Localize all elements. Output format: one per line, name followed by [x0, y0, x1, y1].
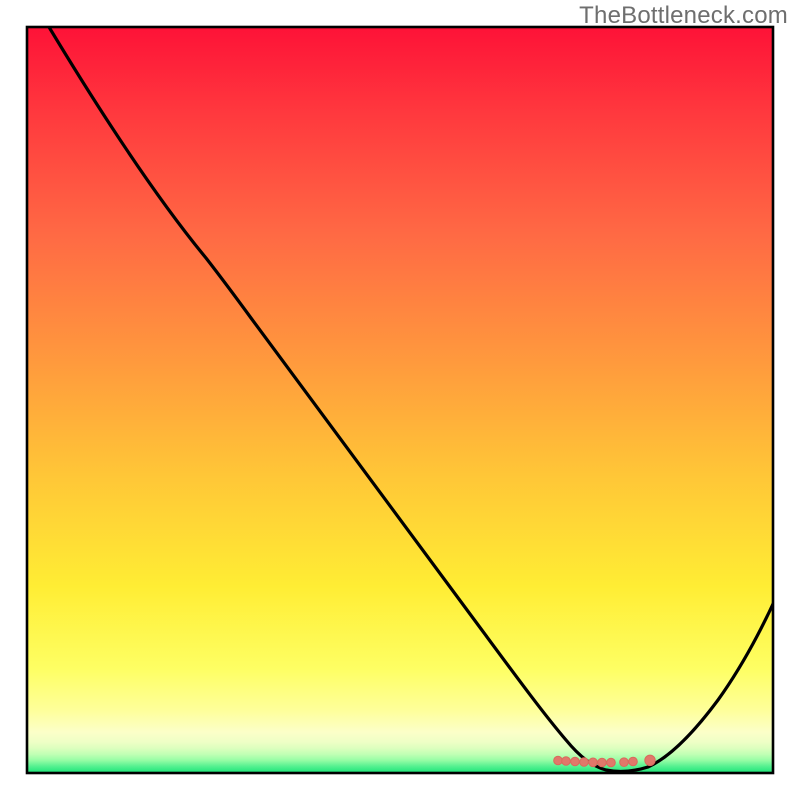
- chart-svg: [0, 0, 800, 800]
- watermark-text: TheBottleneck.com: [579, 2, 788, 30]
- plot-background: [27, 27, 773, 773]
- chart-stage: TheBottleneck.com: [0, 0, 800, 800]
